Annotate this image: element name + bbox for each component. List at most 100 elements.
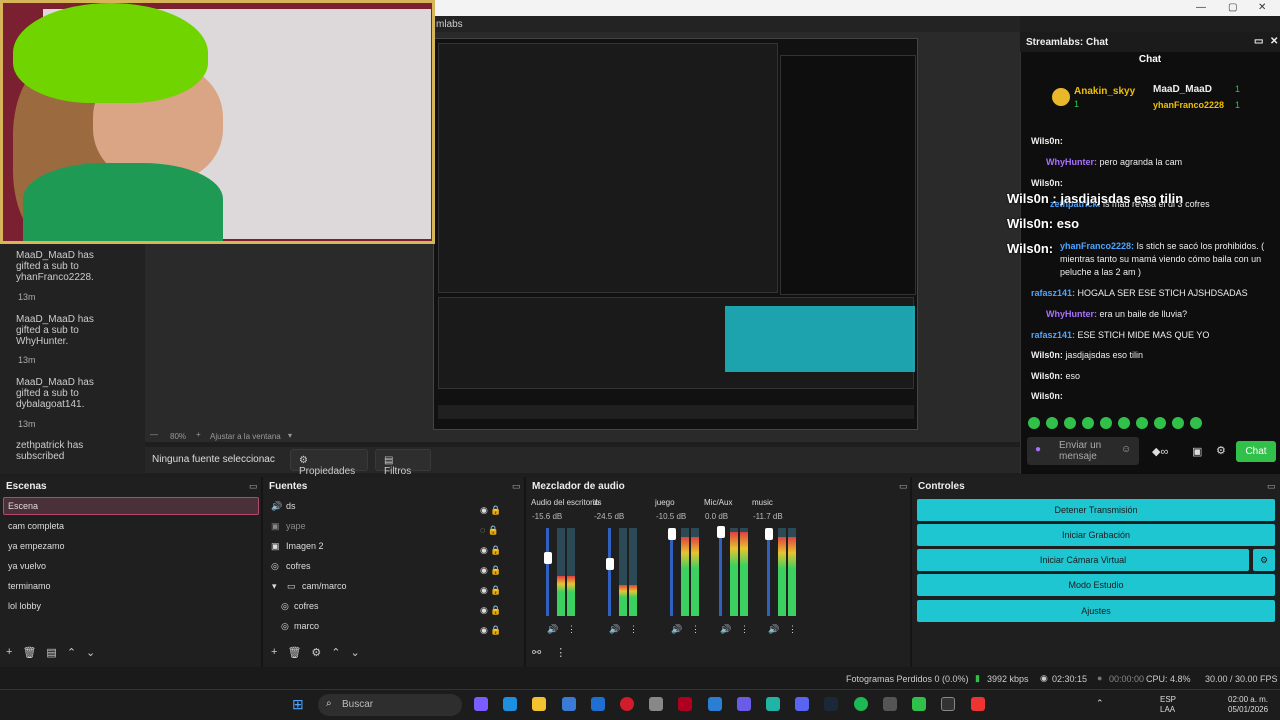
virtual-camera-settings-button[interactable]: ⚙ <box>1253 549 1275 571</box>
more-icon[interactable]: ⋮ <box>691 624 700 635</box>
source-item[interactable]: yape <box>286 521 306 531</box>
chevron-up-icon[interactable]: ⌃ <box>1096 698 1104 709</box>
chevron-up-icon[interactable]: ⌃ <box>67 646 76 659</box>
close-icon[interactable]: ✕ <box>1270 36 1278 47</box>
volume-fader[interactable] <box>546 528 549 616</box>
mail-icon[interactable] <box>591 697 605 711</box>
scene-item[interactable]: ya empezamo <box>8 541 65 551</box>
more-icon[interactable]: ⋮ <box>740 624 749 635</box>
top-user[interactable]: Anakin_skyy <box>1074 86 1135 97</box>
emote-bar[interactable] <box>1028 417 1213 430</box>
source-group[interactable]: cam/marco <box>302 581 347 591</box>
file-explorer-icon[interactable] <box>532 697 546 711</box>
app-icon[interactable] <box>737 697 751 711</box>
opera-icon[interactable] <box>620 697 634 711</box>
link-icon[interactable]: ⚯ <box>532 646 541 659</box>
more-icon[interactable]: ⋮ <box>555 646 566 659</box>
scene-item[interactable]: Escena <box>8 501 38 511</box>
windows-start-icon[interactable]: ⊞ <box>292 696 304 713</box>
chat-username[interactable]: WhyHunter: <box>1046 309 1097 319</box>
volume-fader[interactable] <box>767 528 770 616</box>
speaker-mute-icon[interactable]: 🔊 <box>720 624 731 635</box>
speaker-mute-icon[interactable]: 🔊 <box>609 624 620 635</box>
add-icon[interactable]: + <box>6 646 12 659</box>
filter-icon[interactable]: ▤ <box>46 646 56 659</box>
close-button[interactable]: ✕ <box>1258 2 1266 13</box>
chat-username[interactable]: rafasz141: <box>1031 330 1075 340</box>
volume-fader-knob[interactable] <box>765 528 773 541</box>
popout-icon[interactable]: ▭ <box>249 481 258 492</box>
start-virtual-camera-button[interactable]: Iniciar Cámara Virtual <box>917 549 1249 571</box>
zoom-level[interactable]: 80% <box>170 432 186 441</box>
app-icon[interactable] <box>678 697 692 711</box>
store-icon[interactable] <box>562 697 576 711</box>
scene-item[interactable]: ya vuelvo <box>8 561 46 571</box>
spotify-icon[interactable] <box>854 697 868 711</box>
chevron-down-icon[interactable]: ⌄ <box>86 646 95 659</box>
volume-fader-knob[interactable] <box>668 528 676 541</box>
chevron-down-icon[interactable]: ▾ <box>288 431 292 440</box>
chat-username[interactable]: Wils0n: <box>1031 136 1063 146</box>
popout-icon[interactable]: ▭ <box>512 481 521 492</box>
visibility-icons[interactable]: ◉ 🔒 ◌ 🔒 ◉ 🔒 ◉ 🔒 ◉ 🔒 ◉ 🔒 ◉ 🔒 <box>480 500 502 640</box>
app-icon[interactable] <box>649 697 663 711</box>
copilot-icon[interactable] <box>474 697 488 711</box>
volume-fader-knob[interactable] <box>606 557 614 570</box>
source-item[interactable]: cofres <box>286 561 311 571</box>
language[interactable]: ESP <box>1160 695 1176 704</box>
speaker-mute-icon[interactable]: 🔊 <box>671 624 682 635</box>
settings-icon[interactable]: ⚙ <box>1216 444 1226 457</box>
gift-icon[interactable]: ▣ <box>1192 445 1202 458</box>
taskbar-search[interactable]: ⌕ Buscar <box>318 694 462 716</box>
source-item[interactable]: cofres <box>294 601 319 611</box>
popout-icon[interactable]: ▭ <box>899 481 908 492</box>
source-item[interactable]: marco <box>294 621 319 631</box>
add-icon[interactable]: + <box>271 646 277 659</box>
clock-time[interactable]: 02:00 a. m. <box>1228 695 1268 704</box>
more-icon[interactable]: ⋮ <box>788 624 797 635</box>
chat-username[interactable]: rafasz141: <box>1031 288 1075 298</box>
app-icon[interactable] <box>883 697 897 711</box>
settings-button[interactable]: Ajustes <box>917 600 1275 622</box>
scene-item[interactable]: cam completa <box>8 521 64 531</box>
speaker-mute-icon[interactable]: 🔊 <box>768 624 779 635</box>
studio-mode-button[interactable]: Modo Estudio <box>917 574 1275 596</box>
chat-username[interactable]: WhyHunter: <box>1046 157 1097 167</box>
scene-item[interactable]: lol lobby <box>8 601 41 611</box>
chevron-up-icon[interactable]: ⌃ <box>331 646 340 659</box>
source-item[interactable]: ds <box>286 501 296 511</box>
maximize-button[interactable]: ▢ <box>1228 2 1237 13</box>
chat-username[interactable]: yhanFranco2228: <box>1060 241 1134 251</box>
top-user[interactable]: yhanFranco2228 <box>1153 100 1224 110</box>
chat-username[interactable]: Wils0n: <box>1031 391 1063 401</box>
scene-item[interactable]: terminamo <box>8 581 51 591</box>
more-icon[interactable]: ⋮ <box>567 624 576 635</box>
obs-icon[interactable] <box>941 697 955 711</box>
popout-icon[interactable]: ▭ <box>1254 36 1263 47</box>
start-recording-button[interactable]: Iniciar Grabación <box>917 524 1275 546</box>
minimize-button[interactable]: — <box>1196 2 1206 13</box>
mic-icon[interactable]: ● <box>1035 444 1041 455</box>
volume-fader[interactable] <box>608 528 611 616</box>
edge-icon[interactable] <box>503 697 517 711</box>
volume-fader[interactable] <box>670 528 673 616</box>
recorder-icon[interactable] <box>971 697 985 711</box>
chat-input[interactable]: ● Enviar un mensaje ☺ <box>1027 437 1139 465</box>
chat-send-button[interactable]: Chat <box>1236 441 1276 462</box>
discord-icon[interactable] <box>795 697 809 711</box>
app-icon[interactable] <box>912 697 926 711</box>
speaker-mute-icon[interactable]: 🔊 <box>547 624 558 635</box>
emoji-icon[interactable]: ☺ <box>1121 444 1131 455</box>
app-icon[interactable] <box>708 697 722 711</box>
volume-fader-knob[interactable] <box>717 525 725 538</box>
popout-icon[interactable]: ▭ <box>1267 481 1276 492</box>
more-icon[interactable]: ⋮ <box>629 624 638 635</box>
volume-fader-knob[interactable] <box>544 552 552 565</box>
bits-icon[interactable]: ◆∞ <box>1152 445 1168 458</box>
properties-button[interactable]: ⚙ Propiedades <box>290 449 368 477</box>
top-user[interactable]: MaaD_MaaD <box>1153 84 1212 95</box>
gear-icon[interactable]: ⚙ <box>311 646 321 659</box>
chat-username[interactable]: Wils0n: <box>1031 350 1063 360</box>
trash-icon[interactable]: 🗑 <box>287 646 301 659</box>
chat-username[interactable]: Wils0n: <box>1031 371 1063 381</box>
